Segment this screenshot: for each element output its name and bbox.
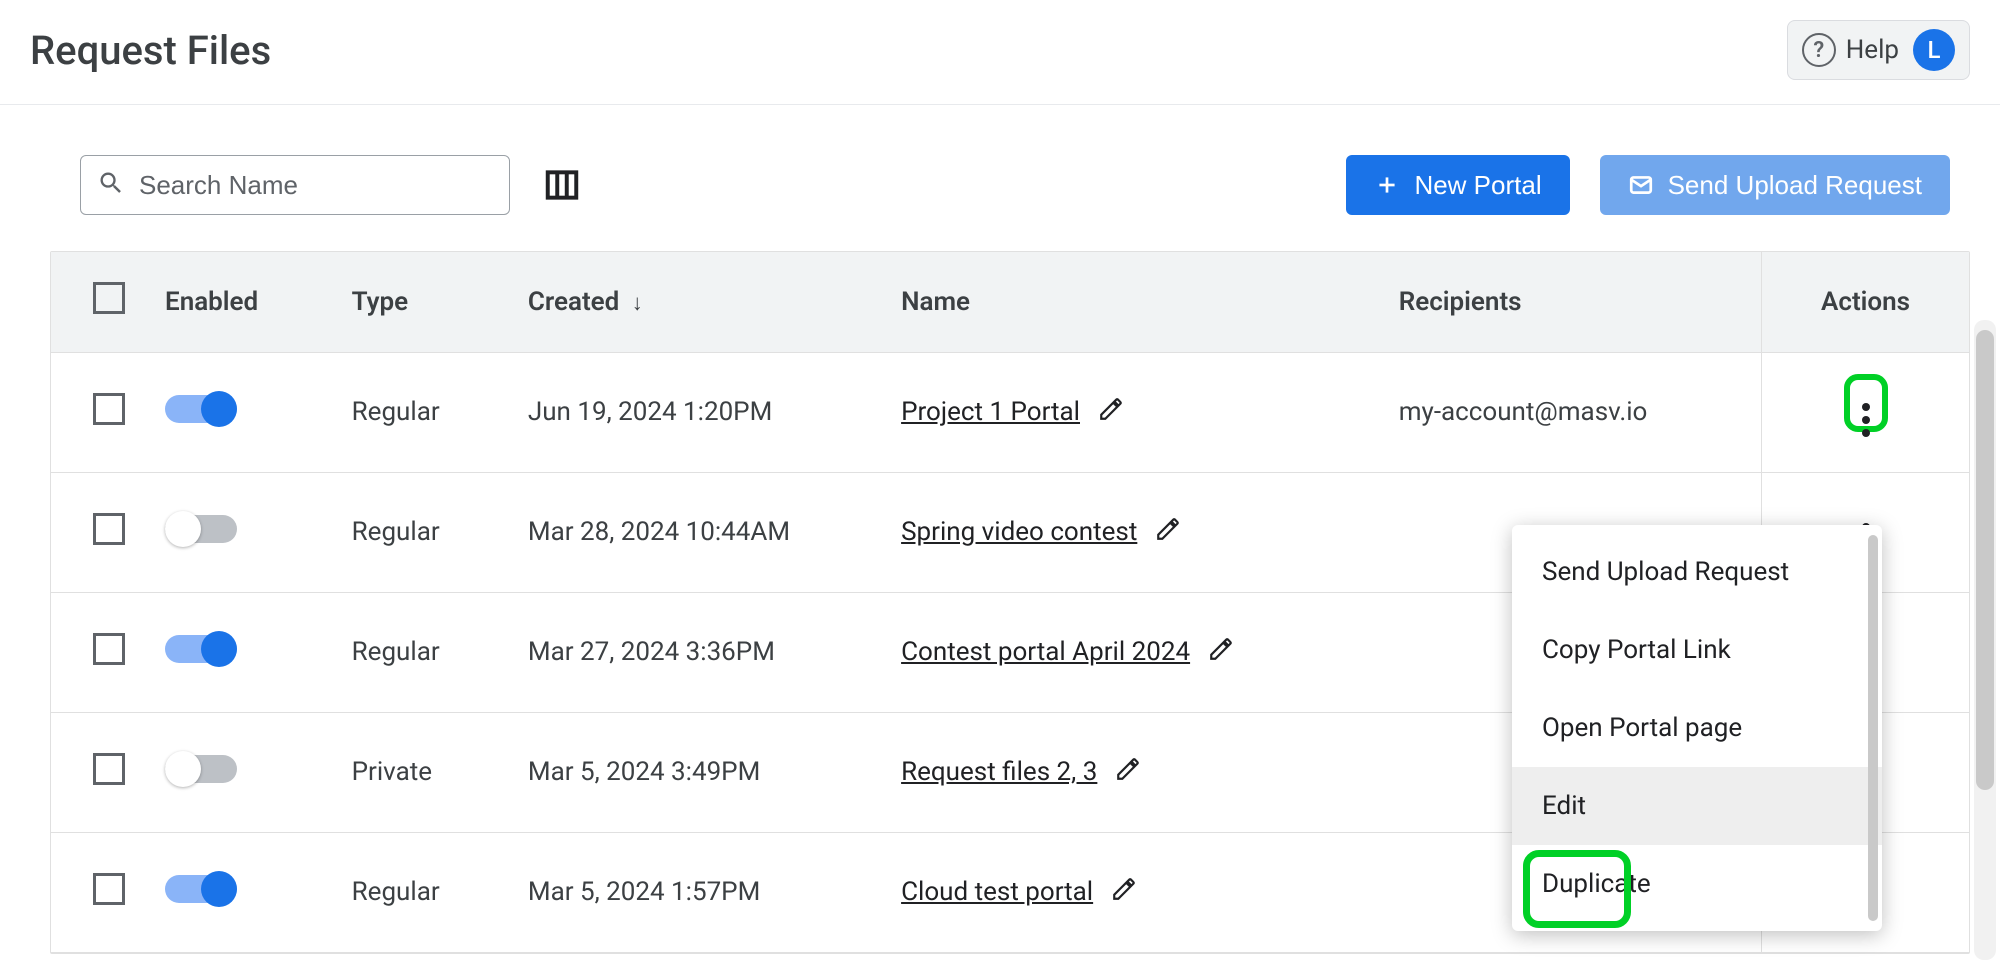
table-scrollbar[interactable]	[1976, 330, 1994, 790]
page-header: Request Files ? Help L	[0, 0, 2000, 105]
avatar[interactable]: L	[1913, 29, 1955, 71]
row-actions-button[interactable]	[1844, 374, 1888, 432]
edit-name-icon[interactable]	[1208, 636, 1234, 669]
send-upload-request-button[interactable]: Send Upload Request	[1600, 155, 1950, 215]
type-cell: Regular	[352, 832, 528, 952]
created-cell: Jun 19, 2024 1:20PM	[528, 352, 901, 472]
new-portal-button[interactable]: New Portal	[1346, 155, 1569, 215]
menu-item-copy-portal-link[interactable]: Copy Portal Link	[1512, 611, 1882, 689]
sort-desc-icon: ↓	[632, 291, 643, 316]
enabled-toggle[interactable]	[165, 751, 237, 787]
header-enabled[interactable]: Enabled	[165, 252, 352, 352]
portal-name-link[interactable]: Spring video contest	[901, 517, 1137, 547]
portal-name-link[interactable]: Request files 2, 3	[901, 757, 1097, 787]
row-checkbox[interactable]	[93, 753, 125, 785]
help-icon: ?	[1802, 33, 1836, 67]
table-row: Regular Jun 19, 2024 1:20PM Project 1 Po…	[51, 352, 1969, 472]
header-name[interactable]: Name	[901, 252, 1399, 352]
search-icon	[97, 169, 125, 201]
menu-item-duplicate[interactable]: Duplicate	[1512, 845, 1882, 923]
header-type[interactable]: Type	[352, 252, 528, 352]
created-cell: Mar 5, 2024 3:49PM	[528, 712, 901, 832]
edit-name-icon[interactable]	[1111, 876, 1137, 909]
enabled-toggle[interactable]	[165, 511, 237, 547]
send-upload-request-label: Send Upload Request	[1668, 170, 1922, 201]
search-input[interactable]	[139, 170, 493, 201]
row-checkbox[interactable]	[93, 873, 125, 905]
row-checkbox[interactable]	[93, 633, 125, 665]
type-cell: Regular	[352, 592, 528, 712]
edit-name-icon[interactable]	[1115, 756, 1141, 789]
enabled-toggle[interactable]	[165, 871, 237, 907]
header-created[interactable]: Created ↓	[528, 252, 901, 352]
menu-item-open-portal-page[interactable]: Open Portal page	[1512, 689, 1882, 767]
menu-item-edit[interactable]: Edit	[1512, 767, 1882, 845]
edit-name-icon[interactable]	[1155, 516, 1181, 549]
created-cell: Mar 5, 2024 1:57PM	[528, 832, 901, 952]
columns-button[interactable]	[540, 163, 584, 207]
recipients-cell: my-account@masv.io	[1399, 352, 1762, 472]
enabled-toggle[interactable]	[165, 631, 237, 667]
header-right-group: ? Help L	[1787, 20, 1970, 80]
page-title: Request Files	[30, 27, 271, 74]
menu-item-send-upload-request[interactable]: Send Upload Request	[1512, 533, 1882, 611]
created-cell: Mar 28, 2024 10:44AM	[528, 472, 901, 592]
portal-name-link[interactable]: Contest portal April 2024	[901, 637, 1190, 667]
header-recipients[interactable]: Recipients	[1399, 252, 1762, 352]
created-cell: Mar 27, 2024 3:36PM	[528, 592, 901, 712]
portal-name-link[interactable]: Cloud test portal	[901, 877, 1093, 907]
row-checkbox[interactable]	[93, 393, 125, 425]
search-box[interactable]	[80, 155, 510, 215]
row-actions-menu: Send Upload Request Copy Portal Link Ope…	[1512, 525, 1882, 931]
enabled-toggle[interactable]	[165, 391, 237, 427]
plus-icon	[1374, 172, 1400, 198]
portal-name-link[interactable]: Project 1 Portal	[901, 397, 1080, 427]
edit-name-icon[interactable]	[1098, 396, 1124, 429]
header-actions: Actions	[1762, 252, 1969, 352]
help-button[interactable]: ? Help	[1802, 33, 1899, 67]
help-label: Help	[1846, 35, 1899, 65]
table-header-row: Enabled Type Created ↓ Name Recipients A…	[51, 252, 1969, 352]
select-all-checkbox[interactable]	[93, 282, 125, 314]
mail-icon	[1628, 172, 1654, 198]
header-checkbox-cell	[51, 252, 165, 352]
type-cell: Regular	[352, 472, 528, 592]
new-portal-label: New Portal	[1414, 170, 1541, 201]
type-cell: Private	[352, 712, 528, 832]
menu-scrollbar[interactable]	[1868, 535, 1878, 921]
type-cell: Regular	[352, 352, 528, 472]
row-checkbox[interactable]	[93, 513, 125, 545]
toolbar: New Portal Send Upload Request	[0, 105, 2000, 251]
